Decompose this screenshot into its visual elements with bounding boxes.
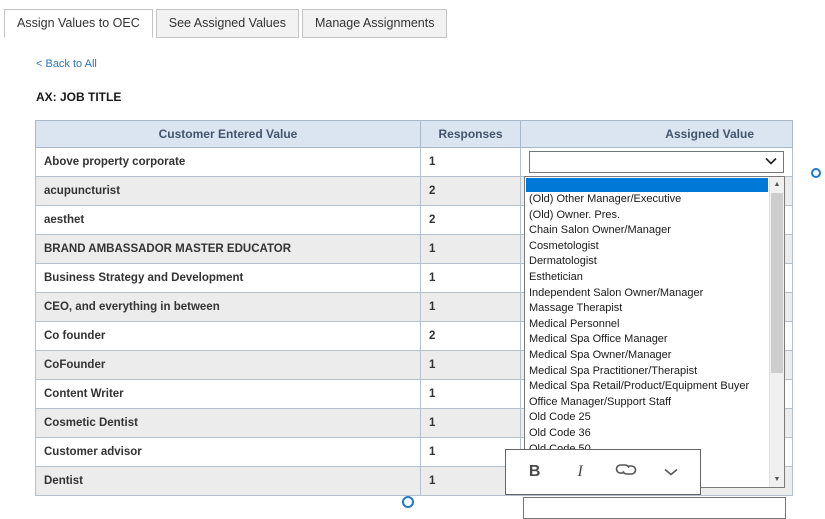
- dropdown-option[interactable]: Medical Spa Practitioner/Therapist: [525, 364, 769, 380]
- tab-see-assigned-values[interactable]: See Assigned Values: [156, 9, 299, 38]
- dropdown-option[interactable]: (Old) Owner. Pres.: [525, 208, 769, 224]
- bold-button[interactable]: B: [518, 455, 552, 489]
- customer-entered-value-cell: BRAND AMBASSADOR MASTER EDUCATOR: [36, 235, 421, 264]
- editor-toolbar: B I: [505, 449, 701, 495]
- column-header-customer-entered-value: Customer Entered Value: [36, 121, 421, 148]
- dropdown-option[interactable]: Medical Spa Retail/Product/Equipment Buy…: [525, 379, 769, 395]
- customer-entered-value-cell: CoFounder: [36, 351, 421, 380]
- table-header-row: Customer Entered Value Responses Assigne…: [36, 121, 793, 148]
- dropdown-scrollbar[interactable]: ▲ ▼: [769, 177, 784, 487]
- assigned-value-dropdown-list: (Old) Other Manager/Executive (Old) Owne…: [524, 176, 785, 488]
- assigned-value-select[interactable]: [529, 151, 784, 173]
- dropdown-option[interactable]: Medical Spa Owner/Manager: [525, 348, 769, 364]
- customer-entered-value-cell: Customer advisor: [36, 438, 421, 467]
- customer-entered-value-cell: Business Strategy and Development: [36, 264, 421, 293]
- customer-entered-value-cell: Co founder: [36, 322, 421, 351]
- responses-cell: 1: [421, 293, 521, 322]
- chevron-down-icon: [765, 156, 777, 168]
- column-header-responses: Responses: [421, 121, 521, 148]
- customer-entered-value-cell: Dentist: [36, 467, 421, 496]
- more-options-button[interactable]: [654, 455, 688, 489]
- customer-entered-value-cell: CEO, and everything in between: [36, 293, 421, 322]
- dropdown-option[interactable]: Medical Personnel: [525, 317, 769, 333]
- dropdown-option[interactable]: Independent Salon Owner/Manager: [525, 286, 769, 302]
- dropdown-option[interactable]: Chain Salon Owner/Manager: [525, 223, 769, 239]
- dropdown-option[interactable]: Cosmetologist: [525, 239, 769, 255]
- chevron-down-icon: [664, 463, 678, 481]
- customer-entered-value-cell: Content Writer: [36, 380, 421, 409]
- responses-cell: 1: [421, 264, 521, 293]
- responses-cell: 1: [421, 409, 521, 438]
- responses-cell: 1: [421, 148, 521, 177]
- link-icon: [615, 463, 637, 481]
- page-title: AX: JOB TITLE: [36, 90, 121, 104]
- customer-entered-value-cell: aesthet: [36, 206, 421, 235]
- dropdown-options: (Old) Other Manager/Executive (Old) Owne…: [525, 177, 769, 487]
- customer-entered-value-cell: Above property corporate: [36, 148, 421, 177]
- scrollbar-down-icon[interactable]: ▼: [770, 472, 784, 487]
- tab-assign-values-to-oec[interactable]: Assign Values to OEC: [4, 9, 153, 38]
- dropdown-option[interactable]: Old Code 25: [525, 410, 769, 426]
- tab-manage-assignments[interactable]: Manage Assignments: [302, 9, 448, 38]
- customer-entered-value-cell: acupuncturist: [36, 177, 421, 206]
- dropdown-option[interactable]: Esthetician: [525, 270, 769, 286]
- dropdown-option[interactable]: Dermatologist: [525, 254, 769, 270]
- responses-cell: 1: [421, 351, 521, 380]
- italic-button[interactable]: I: [563, 455, 597, 489]
- responses-cell: 2: [421, 322, 521, 351]
- dropdown-option[interactable]: Office Manager/Support Staff: [525, 395, 769, 411]
- responses-cell: 2: [421, 206, 521, 235]
- scrollbar-up-icon[interactable]: ▲: [770, 177, 784, 192]
- annotation-circle: [811, 168, 821, 178]
- dropdown-option[interactable]: Old Code 36: [525, 426, 769, 442]
- column-header-assigned-value: Assigned Value: [521, 121, 793, 148]
- link-button[interactable]: [609, 455, 643, 489]
- back-to-all-link[interactable]: < Back to All: [36, 58, 97, 70]
- scrollbar-thumb[interactable]: [771, 193, 783, 373]
- dropdown-option[interactable]: Massage Therapist: [525, 301, 769, 317]
- assigned-value-cell: [521, 148, 793, 177]
- dropdown-option[interactable]: (Old) Other Manager/Executive: [525, 192, 769, 208]
- dropdown-option[interactable]: Medical Spa Office Manager: [525, 332, 769, 348]
- annotation-circle: [402, 496, 414, 508]
- dropdown-option-blank-selected[interactable]: [526, 178, 768, 192]
- tab-bar: Assign Values to OEC See Assigned Values…: [4, 9, 450, 38]
- responses-cell: 1: [421, 235, 521, 264]
- table-row: Above property corporate 1: [36, 148, 793, 177]
- responses-cell: 1: [421, 380, 521, 409]
- customer-entered-value-cell: Cosmetic Dentist: [36, 409, 421, 438]
- responses-cell: 2: [421, 177, 521, 206]
- assigned-value-select-partial[interactable]: [523, 497, 786, 519]
